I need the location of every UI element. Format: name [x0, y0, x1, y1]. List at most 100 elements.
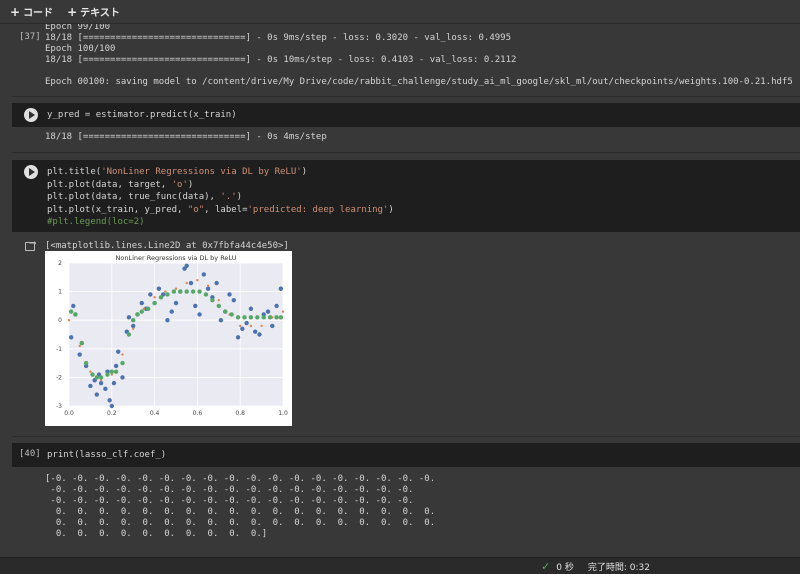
x-tick-label: 0.4: [150, 410, 160, 417]
predicted-point: [68, 309, 74, 314]
output-line: Epoch 99/100: [45, 24, 111, 32]
code-string: 'NonLiner Regressions via DL by ReLU': [101, 167, 302, 177]
target-point: [235, 335, 241, 340]
target-point: [240, 326, 245, 331]
code-text: ): [187, 179, 194, 190]
predicted-point: [83, 360, 89, 366]
target-point: [231, 297, 236, 303]
code-cell-39[interactable]: plt.title('NonLiner Regressions via DL b…: [12, 160, 800, 232]
code-line[interactable]: plt.title('NonLiner Regressions via DL b…: [47, 166, 307, 179]
predicted-point: [73, 312, 78, 317]
predicted-point: [178, 289, 183, 294]
predicted-point: [197, 289, 202, 294]
code-text: ): [388, 204, 394, 215]
target-point: [201, 272, 207, 277]
predicted-point: [242, 315, 247, 320]
true_func-point: [185, 281, 188, 285]
predicted-point: [152, 300, 157, 306]
run-cell-button[interactable]: [24, 165, 38, 179]
true_func-point: [217, 298, 220, 302]
cell-separator: [12, 152, 800, 153]
predicted-point: [216, 303, 221, 309]
completed-time: 完了時間: 0:32: [587, 562, 650, 573]
true_func-point: [67, 319, 71, 322]
cell-38-output: 18/18 [==============================] -…: [45, 132, 327, 142]
target-point: [156, 286, 162, 291]
code-text: plt.plot(x_train, y_pred,: [47, 204, 188, 215]
true_func-point: [206, 284, 210, 288]
true_func-point: [249, 324, 253, 328]
true_func-point: [239, 324, 242, 328]
output-line: 0. 0. 0. 0. 0. 0. 0. 0. 0. 0. 0. 0. 0. 0…: [45, 507, 436, 517]
target-point: [148, 292, 153, 297]
code-cell-40[interactable]: print(lasso_clf.coef_): [12, 443, 800, 467]
true_func-point: [142, 307, 146, 310]
predicted-point: [139, 309, 144, 314]
x-tick-label: 0.8: [235, 410, 245, 417]
code-line[interactable]: plt.plot(data, true_func(data), '.'): [47, 191, 242, 204]
add-code-button[interactable]: + コード: [10, 4, 54, 20]
predicted-point: [235, 315, 241, 320]
notebook[interactable]: [37] Epoch 99/100 18/18 [===============…: [0, 24, 800, 557]
target-point: [94, 392, 100, 397]
code-string: 'o': [171, 179, 188, 190]
predicted-point: [120, 360, 125, 366]
target-point: [111, 380, 117, 386]
cell-separator: [12, 436, 800, 437]
predicted-point: [135, 312, 140, 317]
add-code-label: コード: [23, 8, 54, 19]
target-point: [193, 303, 198, 309]
elapsed-seconds: 0 秒: [556, 562, 574, 573]
true_func-point: [132, 327, 135, 330]
target-point: [274, 303, 279, 309]
predicted-point: [126, 332, 132, 337]
true_func-point: [174, 287, 178, 290]
chart-plot: NonLiner Regressions via DL by ReLU 0.0 0…: [45, 251, 292, 426]
target-point: [88, 383, 93, 389]
target-point: [103, 386, 108, 392]
target-point: [257, 332, 262, 337]
target-point: [131, 323, 136, 329]
target-point: [126, 315, 132, 320]
target-point: [244, 320, 249, 326]
code-line[interactable]: y_pred = estimator.predict(x_train): [47, 109, 237, 122]
output-line: Epoch 00100: saving model to /content/dr…: [45, 77, 793, 87]
target-point: [169, 309, 174, 314]
predicted-point: [210, 297, 215, 303]
add-text-label: テキスト: [80, 8, 120, 19]
output-line: Epoch 100/100: [45, 44, 116, 54]
add-text-button[interactable]: + テキスト: [67, 4, 120, 20]
code-line[interactable]: plt.plot(x_train, y_pred, "o", label='pr…: [47, 204, 394, 217]
output-line: -0. -0. -0. -0. -0. -0. -0. -0. -0. -0. …: [45, 485, 414, 495]
predicted-point: [229, 312, 234, 317]
target-point: [109, 403, 115, 409]
target-point: [188, 280, 194, 286]
target-point: [214, 280, 219, 286]
code-cell-38[interactable]: y_pred = estimator.predict(x_train): [12, 103, 800, 127]
x-tick-label: 1.0: [278, 410, 288, 417]
output-line: 0. 0. 0. 0. 0. 0. 0. 0. 0. 0. 0. 0. 0. 0…: [45, 518, 436, 528]
true_func-point: [78, 344, 81, 348]
execution-count: [40]: [19, 449, 41, 459]
target-point: [165, 318, 170, 323]
code-line[interactable]: plt.plot(data, target, 'o'): [47, 179, 193, 192]
output-line: 18/18 [==============================] -…: [45, 55, 517, 65]
run-cell-button[interactable]: [24, 108, 38, 122]
code-line[interactable]: print(lasso_clf.coef_): [47, 449, 166, 462]
code-text: ): [301, 167, 308, 177]
predicted-point: [105, 372, 110, 377]
predicted-point: [158, 295, 164, 300]
predicted-point: [248, 315, 254, 320]
code-comment[interactable]: #plt.legend(loc=2): [47, 216, 145, 229]
predicted-point: [223, 309, 228, 314]
predicted-point: [113, 369, 119, 374]
y-tick-label: 0: [58, 317, 62, 324]
target-point: [248, 306, 254, 311]
output-icon[interactable]: [25, 239, 37, 251]
predicted-point: [109, 369, 115, 374]
output-line: -0. -0. -0. -0. -0. -0. -0. -0. -0. -0. …: [45, 496, 414, 506]
predicted-point: [90, 372, 95, 377]
y-tick-label: -2: [56, 374, 62, 381]
target-point: [265, 309, 271, 314]
predicted-point: [184, 289, 189, 294]
